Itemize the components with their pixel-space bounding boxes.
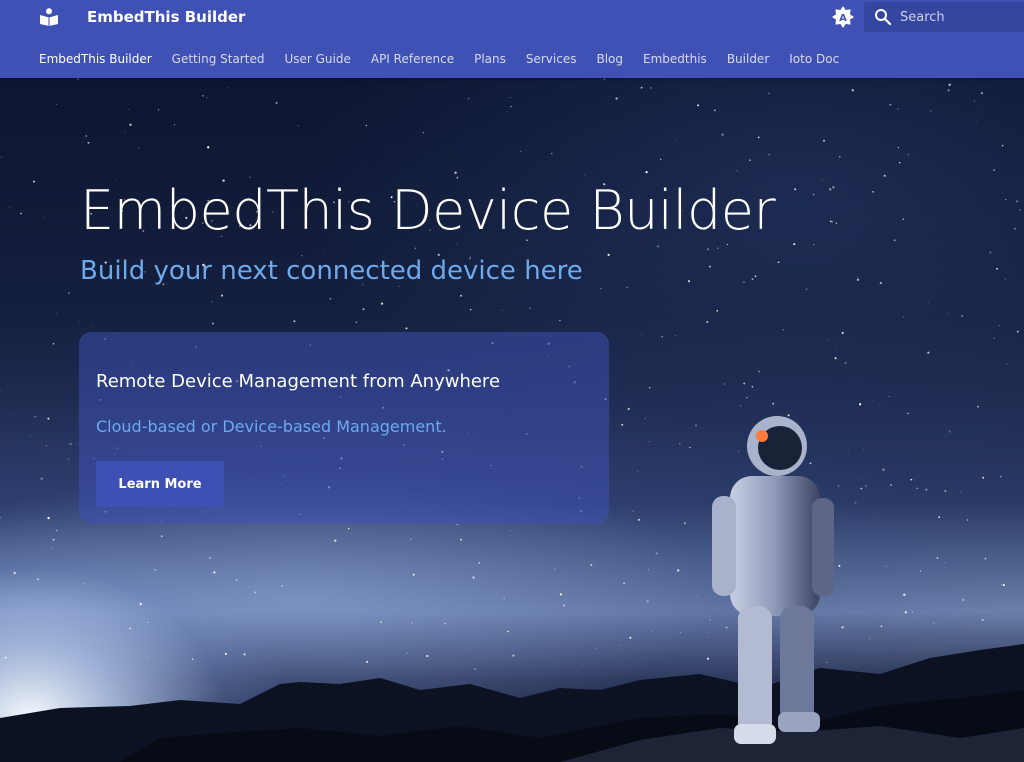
book-reader-icon[interactable] <box>38 6 60 28</box>
feature-card: Remote Device Management from Anywhere C… <box>79 332 609 524</box>
site-header: EmbedThis Builder A EmbedThis Builder Ge… <box>0 0 1024 78</box>
astronaut-illustration <box>712 416 834 744</box>
header-topbar: EmbedThis Builder A <box>0 0 1024 34</box>
tab-builder[interactable]: Builder <box>727 51 769 67</box>
card-text: Cloud-based or Device-based Management. <box>96 417 447 436</box>
tab-blog[interactable]: Blog <box>596 51 623 67</box>
search-icon <box>875 9 892 26</box>
tab-plans[interactable]: Plans <box>474 51 506 67</box>
tab-user-guide[interactable]: User Guide <box>284 51 350 67</box>
tab-embedthis[interactable]: Embedthis <box>643 51 707 67</box>
nav-tabs: EmbedThis Builder Getting Started User G… <box>0 40 1024 78</box>
search-input[interactable] <box>900 9 1010 25</box>
tab-getting-started[interactable]: Getting Started <box>172 51 265 67</box>
hero-subtitle: Build your next connected device here <box>80 256 583 286</box>
svg-text:A: A <box>839 13 847 24</box>
learn-more-button[interactable]: Learn More <box>96 461 224 507</box>
hero-section: EmbedThis Device Builder Build your next… <box>0 78 1024 762</box>
hero-title: EmbedThis Device Builder <box>80 179 776 242</box>
tab-api-reference[interactable]: API Reference <box>371 51 454 67</box>
card-title: Remote Device Management from Anywhere <box>96 371 501 392</box>
tab-services[interactable]: Services <box>526 51 577 67</box>
search-box[interactable] <box>864 2 1024 32</box>
tab-ioto-doc[interactable]: Ioto Doc <box>789 51 839 67</box>
brightness-auto-icon[interactable]: A <box>832 6 854 28</box>
tab-embedthis-builder[interactable]: EmbedThis Builder <box>39 51 152 67</box>
site-title[interactable]: EmbedThis Builder <box>87 7 245 27</box>
